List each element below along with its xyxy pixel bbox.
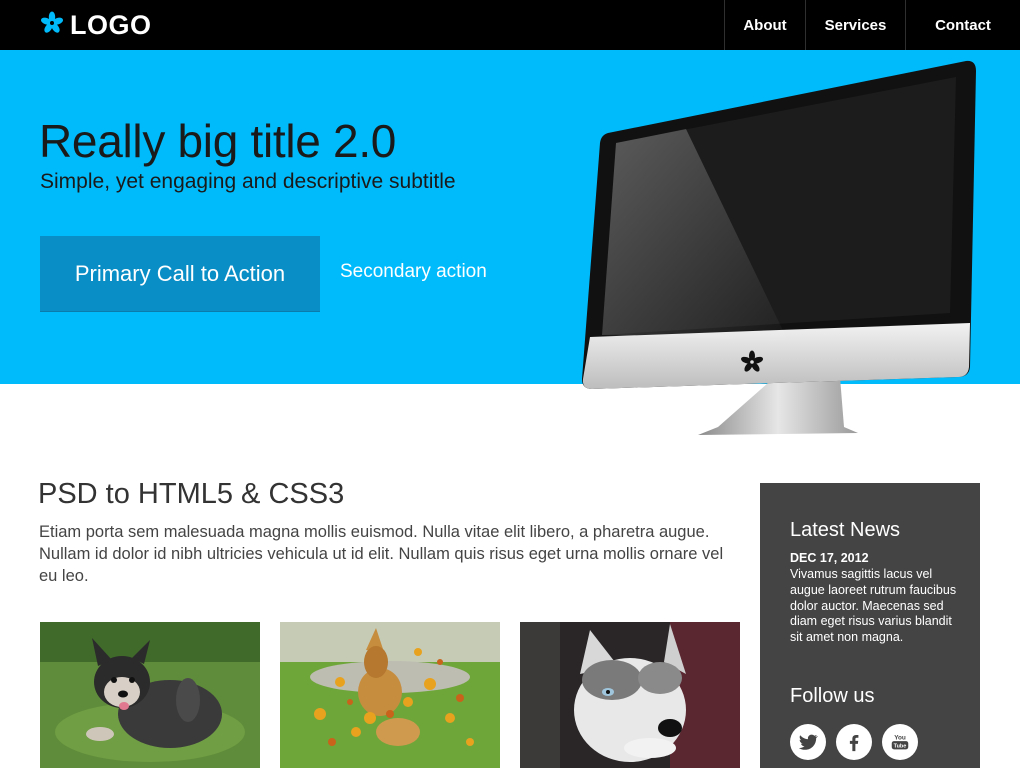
- section-body: Etiam porta sem malesuada magna mollis e…: [39, 523, 724, 585]
- puppy-image: [40, 622, 260, 768]
- nav-about[interactable]: About: [724, 0, 805, 50]
- secondary-action-link[interactable]: Secondary action: [340, 261, 487, 283]
- follow-us-title: Follow us: [790, 685, 875, 707]
- dog-leaves-image: [280, 622, 500, 768]
- svg-text:You: You: [894, 734, 906, 741]
- sidebar: Latest News DEC 17, 2012 Vivamus sagitti…: [760, 483, 980, 768]
- svg-text:Tube: Tube: [894, 744, 907, 750]
- facebook-icon[interactable]: [836, 724, 872, 760]
- youtube-icon[interactable]: You Tube: [882, 724, 918, 760]
- flower-icon: [40, 11, 64, 40]
- logo[interactable]: LOGO: [40, 10, 152, 40]
- nav-contact[interactable]: Contact: [905, 0, 1020, 50]
- news-date: DEC 17, 2012: [790, 551, 869, 565]
- hero-subtitle: Simple, yet engaging and descriptive sub…: [40, 170, 456, 193]
- section-title: PSD to HTML5 & CSS3: [38, 478, 345, 510]
- nav-services[interactable]: Services: [805, 0, 905, 50]
- twitter-icon[interactable]: [790, 724, 826, 760]
- logo-text: LOGO: [70, 9, 152, 40]
- hero-title: Really big title 2.0: [39, 115, 397, 167]
- news-text: Vivamus sagittis lacus vel augue laoreet…: [790, 567, 957, 645]
- social-links: You Tube: [790, 724, 918, 760]
- top-navigation-bar: LOGO About Services Contact: [0, 0, 1020, 50]
- main-nav: About Services Contact: [724, 0, 1020, 50]
- latest-news-title: Latest News: [790, 519, 901, 541]
- monitor-image: [578, 55, 988, 440]
- primary-cta-button[interactable]: Primary Call to Action: [40, 236, 320, 312]
- husky-image: [520, 622, 740, 768]
